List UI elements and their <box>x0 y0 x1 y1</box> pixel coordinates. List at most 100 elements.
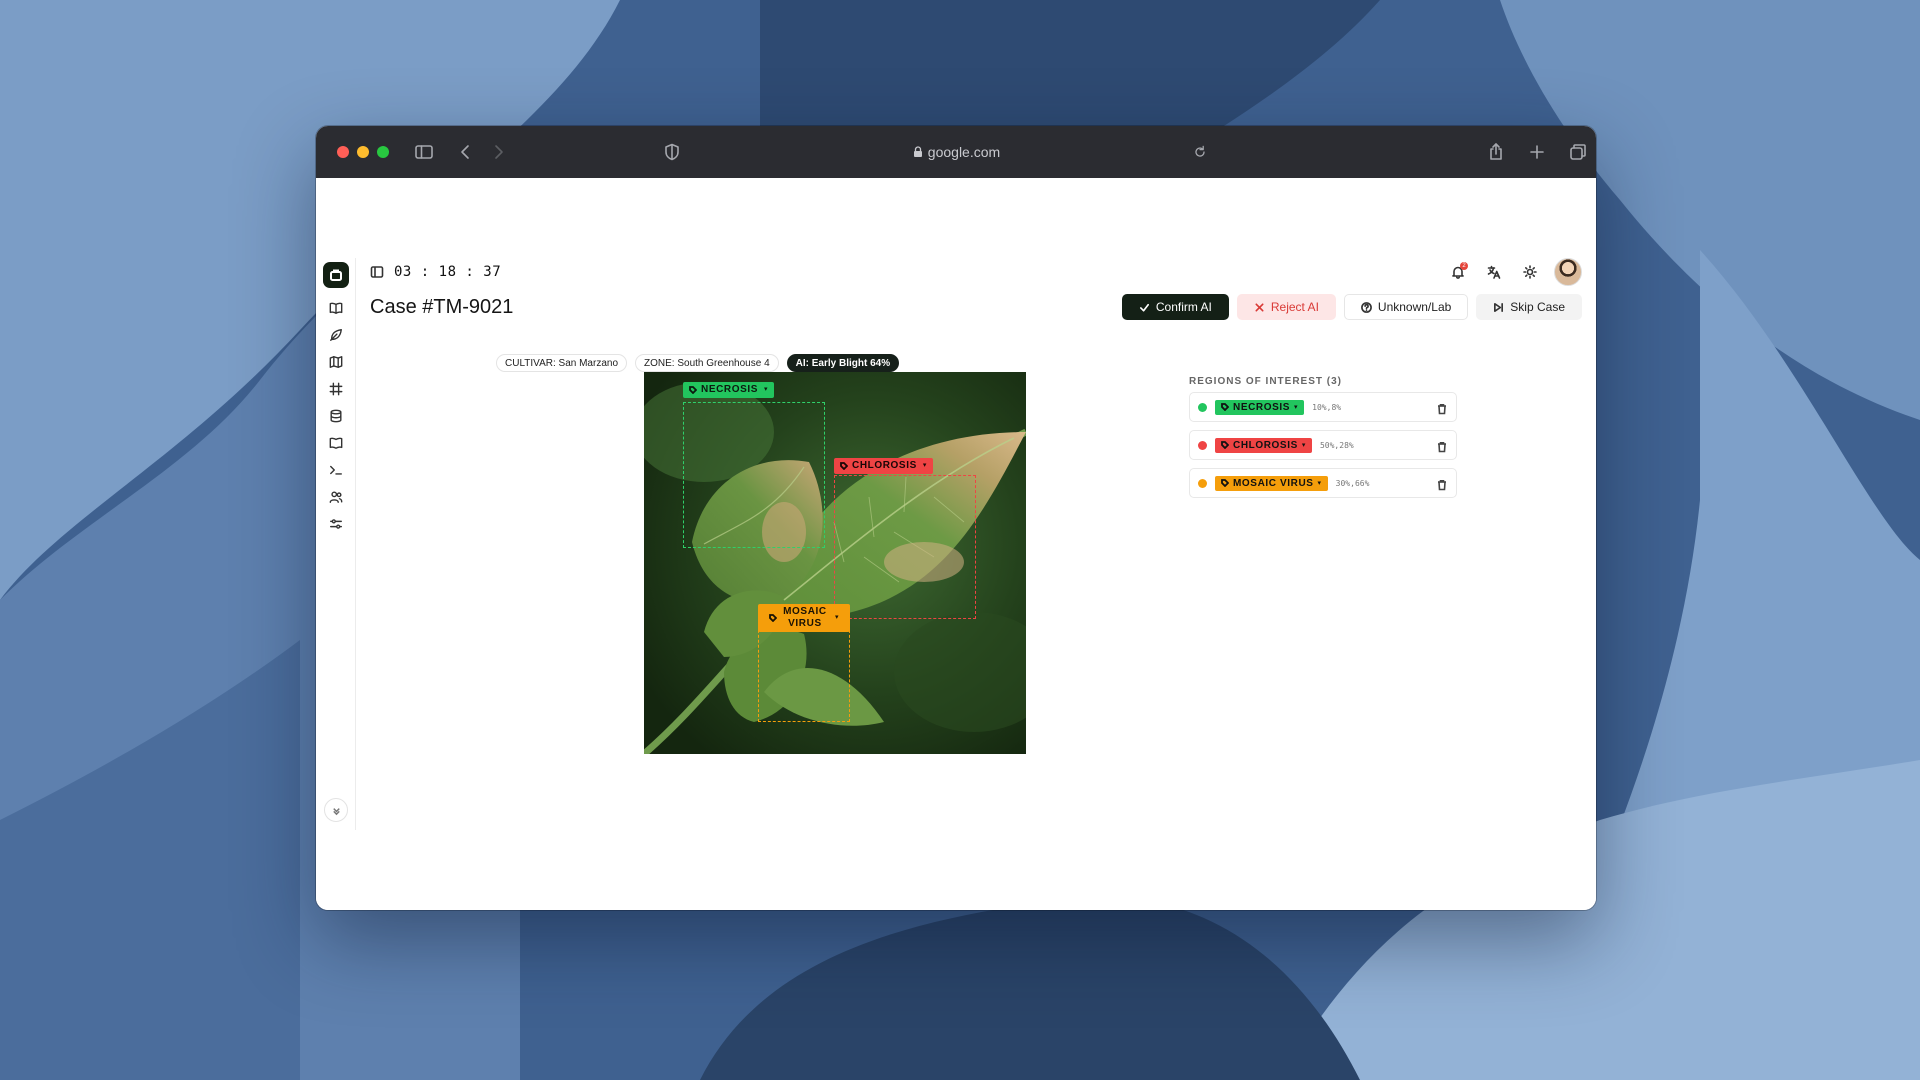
roi-item-mosaic-virus[interactable]: MOSAIC VIRUS ▾ 30%,66% <box>1189 468 1457 498</box>
roi-heading: REGIONS OF INTEREST (3) <box>1189 376 1343 387</box>
close-window-button[interactable] <box>337 146 349 158</box>
roi-label: CHLOROSIS <box>1233 439 1298 451</box>
mosaic-virus-tag[interactable]: MOSAIC VIRUS ▾ <box>758 604 850 632</box>
roi-coords: 50%,28% <box>1319 440 1354 450</box>
tabs-overview-icon[interactable] <box>1566 140 1590 164</box>
status-dot <box>1198 478 1207 488</box>
shield-icon[interactable] <box>660 140 684 164</box>
session-bar: 03 : 18 : 37 <box>370 264 501 280</box>
chevron-down-icon: ▾ <box>922 462 927 469</box>
chlorosis-region-box[interactable] <box>834 475 976 619</box>
back-icon[interactable] <box>454 140 478 164</box>
share-icon[interactable] <box>1484 140 1508 164</box>
browser-window: google.com 03: 18: 37 2 Case #TM-9021 … <box>316 126 1596 910</box>
database-icon[interactable] <box>326 406 346 426</box>
browser-toolbar: google.com <box>316 126 1596 178</box>
mosaic-tag-label: MOSAIC VIRUS <box>783 606 827 629</box>
translate-button[interactable] <box>1482 260 1506 284</box>
reload-icon[interactable] <box>1188 140 1212 164</box>
unknown-lab-button[interactable]: Unknown/Lab <box>1343 294 1469 320</box>
unknown-lab-label: Unknown/Lab <box>1377 300 1452 314</box>
necrosis-tag[interactable]: NECROSIS ▾ <box>683 382 775 398</box>
trash-icon[interactable] <box>1436 402 1448 415</box>
book-open-icon[interactable] <box>326 298 346 318</box>
roi-coords: 30%,66% <box>1335 478 1370 488</box>
session-timer: 03 : 18 : 37 <box>394 264 502 280</box>
roi-label-pill[interactable]: NECROSIS ▾ <box>1215 399 1305 415</box>
roi-label-pill[interactable]: MOSAIC VIRUS ▾ <box>1215 475 1328 491</box>
roi-label-pill[interactable]: CHLOROSIS ▾ <box>1215 437 1312 453</box>
sidebar-toggle-icon[interactable] <box>412 140 436 164</box>
chevron-down-icon: ▾ <box>764 386 769 393</box>
check-icon <box>1139 303 1149 312</box>
status-dot <box>1198 440 1207 450</box>
address-bar[interactable]: google.com <box>796 140 1116 164</box>
sidebar-nav <box>316 258 356 830</box>
cultivar-chip: CULTIVAR: San Marzano <box>496 354 628 372</box>
app-content: 03 : 18 : 37 2 Case #TM-9021 Confirm AI <box>316 178 1596 910</box>
sun-icon <box>1523 265 1537 279</box>
tag-icon <box>840 462 848 470</box>
case-metadata-chips: CULTIVAR: San Marzano ZONE: South Greenh… <box>496 354 900 372</box>
header-actions: 2 <box>1446 258 1582 286</box>
sliders-icon[interactable] <box>326 514 346 534</box>
case-actions: Confirm AI Reject AI Unknown/Lab Skip Ca… <box>1121 294 1582 320</box>
tag-icon <box>689 386 697 394</box>
chevron-down-icon: ▾ <box>1317 480 1322 487</box>
reject-ai-label: Reject AI <box>1270 300 1319 314</box>
necrosis-tag-label: NECROSIS <box>701 384 759 395</box>
tag-icon <box>1221 441 1229 449</box>
confirm-ai-button[interactable]: Confirm AI <box>1121 294 1229 320</box>
chevron-down-icon: ▾ <box>834 614 840 621</box>
theme-toggle-button[interactable] <box>1518 260 1542 284</box>
maximize-window-button[interactable] <box>377 146 389 158</box>
app-logo[interactable] <box>323 262 349 288</box>
panel-toggle-icon[interactable] <box>370 265 384 279</box>
ai-prediction-chip: AI: Early Blight 64% <box>786 354 900 372</box>
trash-icon[interactable] <box>1436 440 1448 453</box>
status-dot <box>1198 402 1207 412</box>
zone-chip: ZONE: South Greenhouse 4 <box>635 354 779 372</box>
collapse-sidebar-button[interactable] <box>324 798 348 822</box>
case-title: Case #TM-9021 <box>370 296 514 318</box>
terminal-icon[interactable] <box>326 460 346 480</box>
hash-grid-icon[interactable] <box>326 379 346 399</box>
map-icon[interactable] <box>326 352 346 372</box>
leaf-icon[interactable] <box>326 325 346 345</box>
confirm-ai-label: Confirm AI <box>1155 300 1212 314</box>
forward-icon[interactable] <box>486 140 510 164</box>
tag-icon <box>1221 403 1229 411</box>
users-icon[interactable] <box>326 487 346 507</box>
mosaic-region-box[interactable] <box>758 620 850 722</box>
chevron-down-icon: ▾ <box>1301 442 1306 449</box>
x-icon <box>1255 302 1264 312</box>
help-circle-icon <box>1360 301 1372 313</box>
reject-ai-button[interactable]: Reject AI <box>1236 294 1336 320</box>
chevrons-icon <box>332 807 340 815</box>
skip-case-label: Skip Case <box>1510 300 1565 314</box>
roi-label: MOSAIC VIRUS <box>1233 477 1314 489</box>
new-tab-icon[interactable] <box>1525 140 1549 164</box>
skip-case-button[interactable]: Skip Case <box>1476 294 1582 320</box>
skip-forward-icon <box>1494 302 1504 312</box>
notification-badge: 2 <box>1460 262 1468 270</box>
notifications-button[interactable]: 2 <box>1446 260 1470 284</box>
chlorosis-tag-label: CHLOROSIS <box>852 460 917 471</box>
roi-item-chlorosis[interactable]: CHLOROSIS ▾ 50%,28% <box>1189 430 1457 460</box>
roi-label: NECROSIS <box>1233 401 1291 413</box>
tag-icon <box>1221 479 1229 487</box>
minimize-window-button[interactable] <box>357 146 369 158</box>
url-text: google.com <box>927 144 1001 160</box>
necrosis-region-box[interactable] <box>683 402 825 548</box>
translate-icon <box>1487 265 1501 279</box>
lock-icon <box>913 146 922 157</box>
chlorosis-tag[interactable]: CHLOROSIS ▾ <box>834 458 933 474</box>
chevron-down-icon: ▾ <box>1294 404 1299 411</box>
leaf-image-viewer[interactable]: NECROSIS ▾ CHLOROSIS ▾ MOSAIC VIRUS ▾ <box>644 372 1026 754</box>
book-icon[interactable] <box>326 433 346 453</box>
roi-item-necrosis[interactable]: NECROSIS ▾ 10%,8% <box>1189 392 1457 422</box>
tag-icon <box>769 614 777 622</box>
trash-icon[interactable] <box>1436 478 1448 491</box>
roi-list: NECROSIS ▾ 10%,8% CHLOROSIS ▾ 50%,28% MO… <box>1189 392 1457 506</box>
user-avatar[interactable] <box>1554 258 1582 286</box>
